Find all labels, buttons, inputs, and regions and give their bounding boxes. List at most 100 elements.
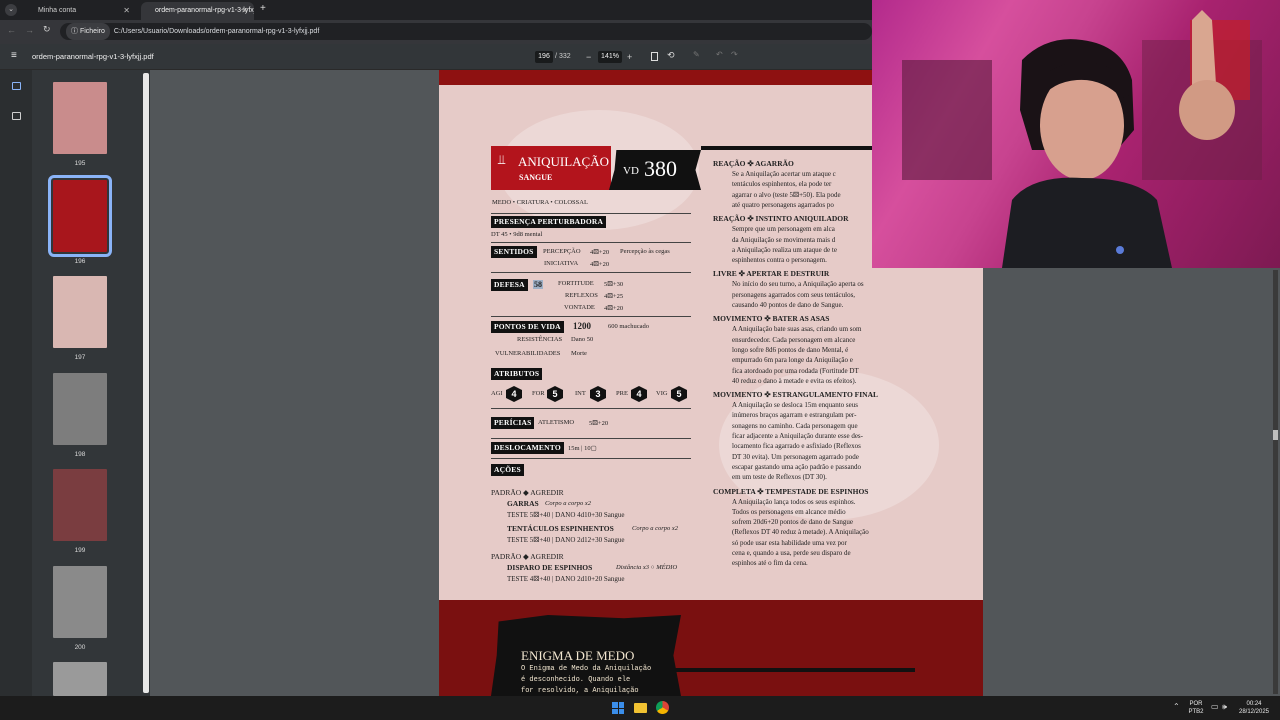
senses-label: SENTIDOS [491,246,537,258]
attribute-name: PRE [616,390,628,397]
outline-icon[interactable] [12,112,21,120]
page-thumbnail[interactable] [48,175,112,257]
page-thumbnail[interactable] [53,662,107,696]
zoom-in-button[interactable]: + [627,51,632,63]
attribute-name: AGI [491,390,503,397]
ability-text-line: longo sofre 8d6 pontos de dano Mental, é [732,345,849,354]
ability-text-line: sofrem 20d6+20 pontos de dano de Sangue [732,518,853,527]
ability-heading: MOVIMENTO ✜ BATER AS ASAS [713,314,830,324]
action1-type: PADRÃO ◆ AGREDIR [491,488,564,497]
thumbnail-page-number: 199 [74,547,86,554]
total-pages: 332 [559,53,571,60]
ability-text-line: a Aniquilação realiza um ataque de te [732,245,837,254]
divider [491,438,691,439]
zoom-out-button[interactable]: − [586,51,591,63]
creature-element: Sangue [519,173,553,182]
file-explorer-icon[interactable] [634,703,647,713]
page-number-input[interactable]: 196 [535,51,553,63]
undo-icon[interactable]: ↶ [716,50,723,59]
menu-icon[interactable]: ≡ [11,50,17,61]
network-icon[interactable]: ▭ [1211,702,1219,711]
enigma-line-3: for resolvido, a Aniquilação [521,687,639,695]
attribute-value: 4 [631,386,647,402]
page-separator: / [555,53,557,60]
thumbnail-page-number: 197 [74,354,86,361]
chrome-icon[interactable] [656,701,669,714]
thumbnail-page-number: 195 [74,160,86,167]
address-url: C:/Users/Usuario/Downloads/ordem-paranor… [113,28,320,35]
address-bar[interactable]: ⓘ Ficheiro C:/Users/Usuario/Downloads/ord… [60,23,872,40]
page-thumbnail[interactable] [53,566,107,638]
rotate-icon[interactable]: ⟲ [667,50,675,61]
language-indicator[interactable]: POR PTB2 [1186,700,1206,716]
attributes-label: ATRIBUTOS [491,368,543,380]
close-icon[interactable]: ✕ [241,2,248,20]
fit-page-icon[interactable] [651,52,658,61]
new-tab-button[interactable]: + [260,3,266,14]
ability-text-line: inúmeros braços agarram e estrangulam pe… [732,411,857,420]
action1-b-note: Corpo a corpo x2 [632,525,679,532]
action1-a-note: Corpo a corpo x2 [545,500,592,507]
actions-label: AÇÕES [491,464,524,476]
enigma-rule [675,668,915,672]
ability-text-line: cena e, quando a usa, perde seu disparo … [732,549,851,557]
ability-heading: MOVIMENTO ✜ ESTRANGULAMENTO FINAL [713,390,878,400]
fortitude-label: FORTITUDE [558,280,594,287]
viewer-scrollbar[interactable] [1273,270,1278,694]
chevron-up-icon[interactable]: ⌃ [1173,702,1180,711]
action1-a-name: GARRAS [507,499,539,508]
back-icon[interactable]: ← [7,25,16,35]
close-icon[interactable]: ✕ [123,2,130,20]
vuln-value: Morte [571,350,587,357]
ability-text-line: espinhos até o fim da cena. [732,559,808,568]
file-chip-label: Ficheiro [79,28,105,35]
page-thumbnail[interactable] [53,469,107,541]
divider [491,458,691,459]
sidebar-rail [0,70,32,696]
skills-label: PERÍCIAS [491,417,535,429]
attribute-value: 4 [506,386,522,402]
clock[interactable]: 00:24 28/12/2025 [1236,700,1272,716]
date: 28/12/2025 [1238,709,1270,715]
thumbnails-icon[interactable] [12,82,21,90]
tab-search-icon[interactable]: ⌄ [5,4,17,16]
ability-text-line: ficar adjacente a Aniquilação durante es… [732,432,863,440]
perception-extra: Percepção às cegas [620,248,670,255]
skills-value: 5⚄+20 [589,420,609,427]
ability-text-line: até quatro personagens agarrados po [732,200,834,209]
volume-icon[interactable]: 🕪 [1222,702,1227,712]
reload-icon[interactable]: ↻ [43,24,51,35]
perception-label: PERCEPÇÃO [543,248,581,255]
info-icon: ⓘ [71,28,80,35]
will-value: 4⚄+20 [604,305,624,312]
redo-icon[interactable]: ↷ [731,50,738,59]
start-icon[interactable] [612,702,624,714]
tab-title: Minha conta [38,7,77,14]
attribute-name: INT [575,390,586,397]
action1-b-test: TESTE 5⚄+40 | DANO 2d12+30 Sangue [507,536,625,544]
tab-pdf[interactable]: ordem-paranormal-rpg-v1-3-lyfxjj ✕ [141,2,254,20]
thumbnail-page-number: 196 [74,258,86,265]
annotate-icon[interactable]: ✎ [693,50,700,59]
forward-icon[interactable]: → [25,25,34,35]
ability-text-line: Se a Aniquilação acertar um ataque c [732,170,836,178]
hp-value: 1200 [573,321,591,331]
webcam-overlay [872,0,1280,268]
thumbnail-page-number: 198 [74,451,86,458]
zoom-input[interactable]: 141% [598,51,622,63]
page-thumbnail[interactable] [53,82,107,154]
sidebar-scrollbar[interactable] [143,73,149,693]
page-thumbnail[interactable] [53,276,107,348]
defense-value: 58 [533,280,543,289]
file-chip[interactable]: ⓘ Ficheiro [66,23,110,40]
ability-text-line: A Aniquilação lança todos os seus espinh… [732,497,856,506]
ability-text-line: ensurdecedor. Cada personagem em alcance [732,335,856,344]
vd-value: 380 [644,156,677,181]
perception-value: 4⚄+20 [590,249,610,256]
ability-text-line: Sempre que um personagem em alca [732,225,835,234]
scroll-thumb[interactable] [1273,430,1278,440]
ability-heading: REAÇÃO ✜ INSTINTO ANIQUILADOR [713,214,849,224]
page-thumbnail[interactable] [53,373,107,445]
tab-minha-conta[interactable]: Minha conta ✕ [24,2,136,20]
ability-text-line: personagens agarrados com seus tentáculo… [732,290,856,299]
